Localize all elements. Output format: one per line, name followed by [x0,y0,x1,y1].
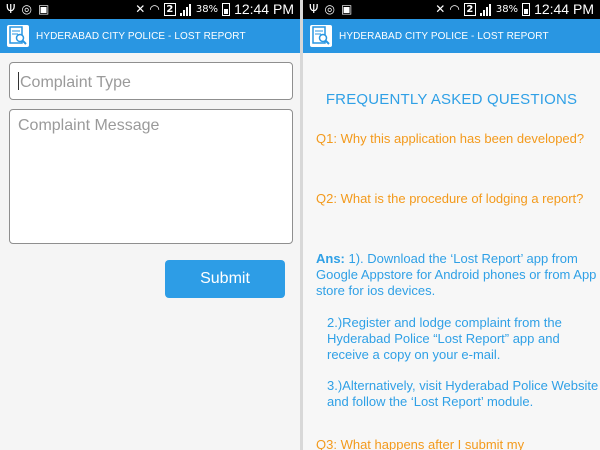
mute-icon: ✕ [435,2,446,16]
wifi-icon: ◠ [449,2,460,16]
battery-icon [222,3,231,16]
app-bar: HYDERABAD CITY POLICE - LOST REPORT [303,19,600,53]
usb-icon: Ψ [6,2,16,16]
report-search-icon [7,25,29,47]
clock: 12:44 PM [534,1,594,17]
answer-step-1: 1). Download the ‘Lost Report’ app from … [316,251,597,298]
faq-question-1: Q1: Why this application has been develo… [316,131,585,146]
sim-badge: 2 [163,3,176,16]
submit-button[interactable]: Submit [165,260,285,298]
gallery-icon: ▣ [340,2,353,16]
battery-percent: 38% [195,4,219,15]
usb-icon: Ψ [309,2,319,16]
app-bar: HYDERABAD CITY POLICE - LOST REPORT [0,19,300,53]
report-search-icon [310,25,332,47]
wifi-icon: ◠ [149,2,160,16]
status-bar: Ψ ◎ ▣ ✕ ◠ 2 38% 12:44 PM [303,0,600,19]
answer-label: Ans: [316,251,345,266]
app-title: HYDERABAD CITY POLICE - LOST REPORT [36,30,246,42]
complaint-message-input[interactable]: Complaint Message [9,109,293,244]
faq-answer-3: 3.)Alternatively, visit Hyderabad Police… [327,378,599,409]
status-bar: Ψ ◎ ▣ ✕ ◠ 2 38% 12:44 PM [0,0,300,19]
faq-screen: Ψ ◎ ▣ ✕ ◠ 2 38% 12:44 PM HYDERABAD CITY … [303,0,600,450]
text-cursor [18,72,19,90]
signal-icon [179,3,192,16]
battery-icon [522,3,531,16]
mute-icon: ✕ [135,2,146,16]
faq-heading: FREQUENTLY ASKED QUESTIONS [325,91,578,108]
complaint-form-screen: Ψ ◎ ▣ ✕ ◠ 2 38% 12:44 PM HYDERABAD CITY … [0,0,300,450]
faq-answer-2: 2.)Register and lodge complaint from the… [327,315,562,362]
faq-question-3: Q3: What happens after I submit my [316,437,525,450]
app-title: HYDERABAD CITY POLICE - LOST REPORT [339,30,549,42]
clock: 12:44 PM [234,1,294,17]
faq-answer-1: Ans: 1). Download the ‘Lost Report’ app … [316,251,600,299]
gallery-icon: ▣ [37,2,50,16]
whatsapp-icon: ◎ [324,2,335,16]
faq-question-2: Q2: What is the procedure of lodging a r… [316,191,584,206]
battery-percent: 38% [495,4,519,15]
complaint-message-placeholder: Complaint Message [18,117,160,134]
signal-icon [479,3,492,16]
whatsapp-icon: ◎ [21,2,32,16]
sim-badge: 2 [463,3,476,16]
complaint-type-placeholder: Complaint Type [20,74,131,91]
complaint-type-input[interactable]: Complaint Type [9,62,293,100]
